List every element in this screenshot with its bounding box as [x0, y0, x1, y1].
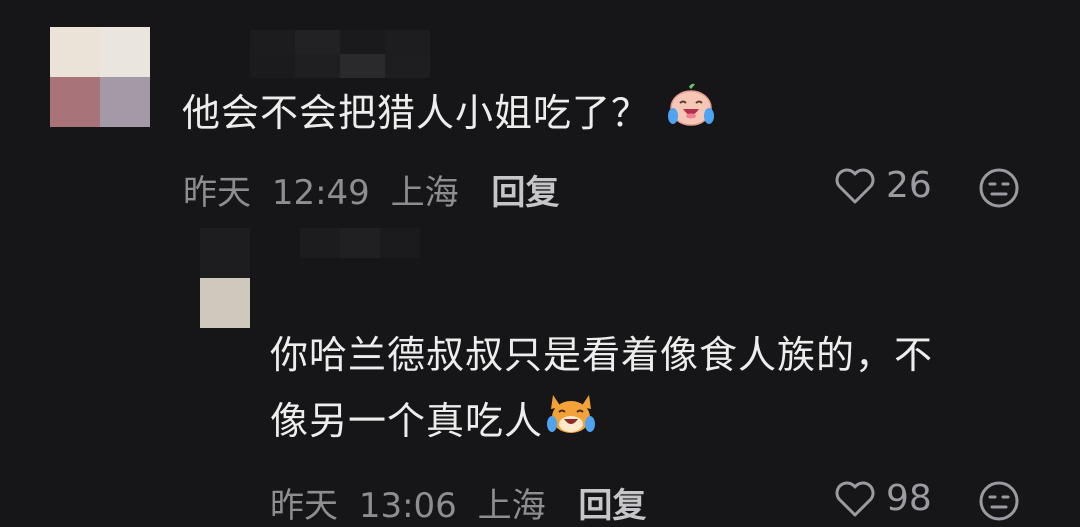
comment-meta: 昨天 12:49 上海 回复: [183, 165, 559, 214]
mosaic-tile: [385, 30, 430, 54]
comment-time: 12:49: [271, 173, 370, 213]
dislike-face-icon[interactable]: [978, 167, 1020, 209]
comment-date: 昨天: [270, 486, 338, 526]
comment-meta: 昨天 13:06 上海 回复: [270, 478, 646, 527]
like-button[interactable]: 98: [834, 478, 932, 519]
mosaic-tile: [250, 30, 295, 54]
comment-text[interactable]: 他会不会把猎人小姐吃了？: [182, 80, 715, 149]
comment-location: 上海: [477, 486, 546, 526]
avatar-mosaic-tile: [200, 228, 250, 278]
mosaic-tile: [295, 54, 340, 78]
comment-text[interactable]: 你哈兰德叔叔只是看着像食人族的，不 像另一个真吃人: [270, 322, 1040, 457]
mosaic-tile: [385, 54, 430, 78]
avatar-mosaic-tile: [200, 278, 250, 328]
mosaic-tile: [340, 30, 385, 54]
avatar-mosaic-tile: [50, 77, 100, 127]
comment-body-line: 你哈兰德叔叔只是看着像食人族的，不: [270, 333, 934, 377]
avatar-mosaic-tile: [50, 27, 100, 77]
comment-time: 13:06: [358, 486, 457, 526]
comment-date: 昨天: [183, 173, 251, 213]
comment-body: 他会不会把猎人小姐吃了？: [182, 91, 651, 135]
avatar-mosaic-tile: [100, 77, 150, 127]
like-count: 98: [886, 478, 932, 519]
like-count: 26: [886, 165, 932, 206]
heart-outline-icon: [835, 168, 875, 203]
like-button[interactable]: 26: [834, 165, 932, 206]
mosaic-tile: [340, 54, 385, 78]
comment-location: 上海: [390, 173, 459, 213]
dislike-face-icon[interactable]: [978, 480, 1020, 522]
mosaic-tile: [340, 228, 380, 258]
crying-laughing-cat-emoji: [547, 391, 596, 457]
avatar-censored[interactable]: [50, 27, 150, 127]
comment-body-line: 像另一个真吃人: [270, 399, 544, 443]
reply-button[interactable]: 回复: [578, 486, 646, 526]
mosaic-tile: [250, 54, 295, 78]
username-censored[interactable]: [250, 30, 430, 78]
mosaic-tile: [380, 228, 420, 258]
crying-laughing-face-emoji: [667, 83, 715, 149]
avatar-censored[interactable]: [200, 228, 250, 328]
mosaic-tile: [300, 228, 340, 258]
comment-body-line-wrapper: 像另一个真吃人: [270, 388, 1040, 457]
heart-outline-icon: [835, 481, 875, 516]
mosaic-tile: [295, 30, 340, 54]
avatar-mosaic-tile: [100, 27, 150, 77]
comment-thread: 他会不会把猎人小姐吃了？ 昨天 12:49 上海 回复 26 你哈兰德叔叔只是看…: [0, 0, 1080, 527]
reply-button[interactable]: 回复: [491, 173, 559, 213]
username-censored[interactable]: [300, 228, 420, 258]
